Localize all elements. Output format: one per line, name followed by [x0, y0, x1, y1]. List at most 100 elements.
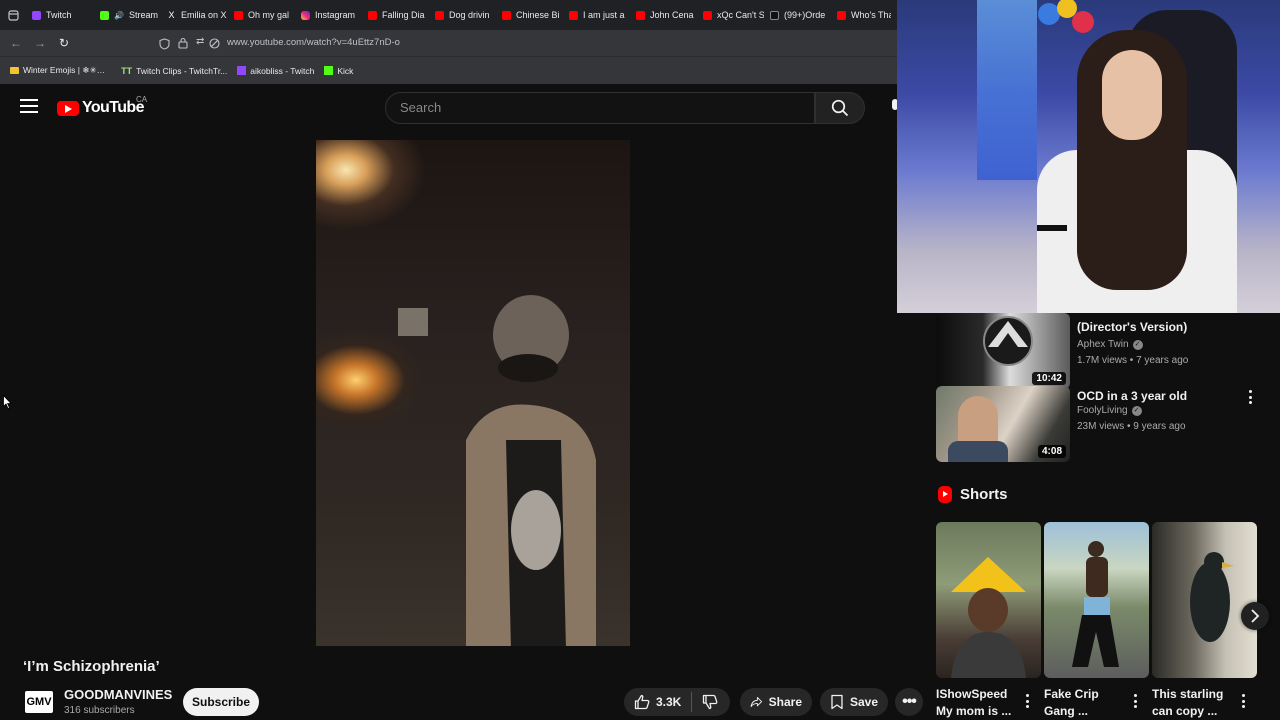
browser-tab[interactable]: Instagram: [295, 0, 362, 30]
shorts-header: Shorts: [938, 486, 1008, 503]
twitch-icon: [237, 66, 247, 75]
more-vertical-icon[interactable]: [1133, 694, 1137, 708]
browser-tab[interactable]: (99+)Orde: [764, 0, 831, 30]
recommended-video[interactable]: 4:08 OCD in a 3 year old FoolyLiving ✓ 2…: [936, 386, 1256, 462]
x-icon: X: [168, 9, 175, 20]
hamburger-menu-icon[interactable]: [20, 99, 38, 113]
video-duration: 4:08: [1037, 445, 1066, 458]
video-title[interactable]: OCD in a 3 year old: [1077, 388, 1247, 404]
share-button[interactable]: Share: [740, 688, 812, 716]
more-horizontal-icon: •••: [902, 693, 917, 710]
dislike-button[interactable]: [702, 694, 718, 710]
youtube-icon: [234, 10, 243, 20]
webcam-balloons: [1038, 0, 1094, 33]
url-text[interactable]: www.youtube.com/watch?v=4uEttz7nD-o: [227, 37, 400, 48]
channel-name[interactable]: GOODMANVINES: [64, 687, 172, 702]
reload-icon[interactable]: ↻: [52, 36, 76, 50]
bookmark-item[interactable]: Winter Emojis | ❄✳…: [8, 65, 107, 76]
save-button[interactable]: Save: [820, 688, 888, 716]
more-vertical-icon[interactable]: [1241, 694, 1245, 708]
youtube-icon: [502, 10, 511, 20]
short-thumbnail[interactable]: [1044, 522, 1149, 678]
video-player[interactable]: [316, 140, 630, 646]
country-code: CA: [136, 95, 148, 104]
bookmark-item[interactable]: TT Twitch Clips - TwitchTr...: [119, 66, 229, 76]
short-title[interactable]: Fake Crip Gang ...: [1044, 686, 1119, 720]
like-button[interactable]: 3.3K: [634, 694, 681, 710]
folder-icon: [10, 67, 19, 74]
search-button[interactable]: [815, 92, 865, 124]
browser-tab[interactable]: 🔊 Stream: [94, 0, 161, 30]
short-thumbnail[interactable]: [936, 522, 1041, 678]
more-actions-button[interactable]: •••: [895, 688, 923, 716]
subscribe-button[interactable]: Subscribe: [183, 688, 259, 716]
no-tracking-icon[interactable]: [209, 36, 220, 54]
lock-icon[interactable]: [178, 36, 188, 54]
browser-tab[interactable]: xQc Can't S: [697, 0, 764, 30]
webcam-face: [1102, 50, 1162, 140]
channel-name[interactable]: Aphex Twin ✓: [1077, 339, 1143, 350]
video-title[interactable]: (Director's Version): [1077, 319, 1247, 335]
recommended-video[interactable]: 10:42 (Director's Version) Aphex Twin ✓ …: [936, 313, 1256, 389]
browser-tab[interactable]: I am just a: [563, 0, 630, 30]
forward-icon[interactable]: →: [28, 36, 52, 50]
browser-tab[interactable]: Oh my gal: [228, 0, 295, 30]
webcam-light: [977, 0, 1037, 180]
twitch-tracker-icon: TT: [121, 65, 133, 76]
twitch-icon: [32, 10, 41, 20]
short-thumbnail[interactable]: [1152, 522, 1257, 678]
bookmark-item[interactable]: aikobliss - Twitch: [235, 66, 316, 76]
youtube-icon: [435, 10, 444, 20]
youtube-icon: [837, 10, 846, 20]
search-input[interactable]: Search: [385, 92, 815, 124]
streamer-webcam: [897, 0, 1280, 313]
browser-tab[interactable]: Twitch: [26, 0, 94, 30]
more-vertical-icon[interactable]: [1248, 390, 1252, 404]
tiktok-icon: [770, 10, 779, 20]
video-duration: 10:42: [1032, 372, 1066, 385]
thumbnail-child-shirt: [948, 441, 1008, 462]
youtube-logo[interactable]: YouTube: [57, 99, 144, 117]
youtube-icon: [569, 10, 578, 20]
instagram-icon: [301, 10, 310, 20]
microphone-icon[interactable]: [880, 97, 898, 119]
tab-search-icon[interactable]: [0, 0, 26, 30]
chevron-right-icon: [1251, 609, 1260, 623]
video-meta: 1.7M views • 7 years ago: [1077, 355, 1189, 366]
youtube-play-icon: [57, 100, 79, 116]
browser-tab[interactable]: Falling Dia: [362, 0, 429, 30]
share-icon: [750, 696, 763, 708]
browser-tab[interactable]: Dog drivin: [429, 0, 496, 30]
like-dislike-group: 3.3K: [624, 688, 730, 716]
site-settings-icon[interactable]: ⇄: [196, 36, 204, 47]
channel-name[interactable]: FoolyLiving ✓: [1077, 405, 1142, 416]
shorts-next-button[interactable]: [1241, 602, 1269, 630]
verified-check-icon: ✓: [1131, 405, 1142, 416]
youtube-icon: [636, 10, 645, 20]
short-title[interactable]: This starling can copy ...: [1152, 686, 1237, 720]
browser-tab[interactable]: X Emilia on X: [161, 0, 228, 30]
video-frame-figure: [466, 295, 596, 646]
video-thumbnail[interactable]: 10:42: [936, 313, 1070, 389]
browser-tab[interactable]: Who's Tha: [831, 0, 891, 30]
thumbs-up-icon: [634, 694, 650, 710]
video-thumbnail[interactable]: 4:08: [936, 386, 1070, 462]
more-vertical-icon[interactable]: [1025, 694, 1029, 708]
browser-tab[interactable]: Chinese Bi: [496, 0, 563, 30]
channel-avatar[interactable]: GMV: [25, 691, 53, 713]
like-count: 3.3K: [656, 695, 682, 709]
thumbs-down-icon: [703, 694, 718, 710]
youtube-icon: [703, 10, 712, 20]
bookmark-item[interactable]: Kick: [322, 66, 355, 76]
search-icon: [831, 99, 849, 117]
video-meta: 23M views • 9 years ago: [1077, 421, 1186, 432]
back-icon[interactable]: ←: [4, 36, 28, 50]
divider: [691, 692, 693, 712]
youtube-icon: [368, 10, 377, 20]
kick-icon: [324, 66, 334, 75]
browser-tab[interactable]: John Cena: [630, 0, 697, 30]
bookmark-icon: [831, 694, 843, 710]
short-title[interactable]: IShowSpeed My mom is ...: [936, 686, 1016, 720]
shield-icon[interactable]: [159, 37, 170, 55]
shorts-logo-icon: [938, 486, 952, 503]
